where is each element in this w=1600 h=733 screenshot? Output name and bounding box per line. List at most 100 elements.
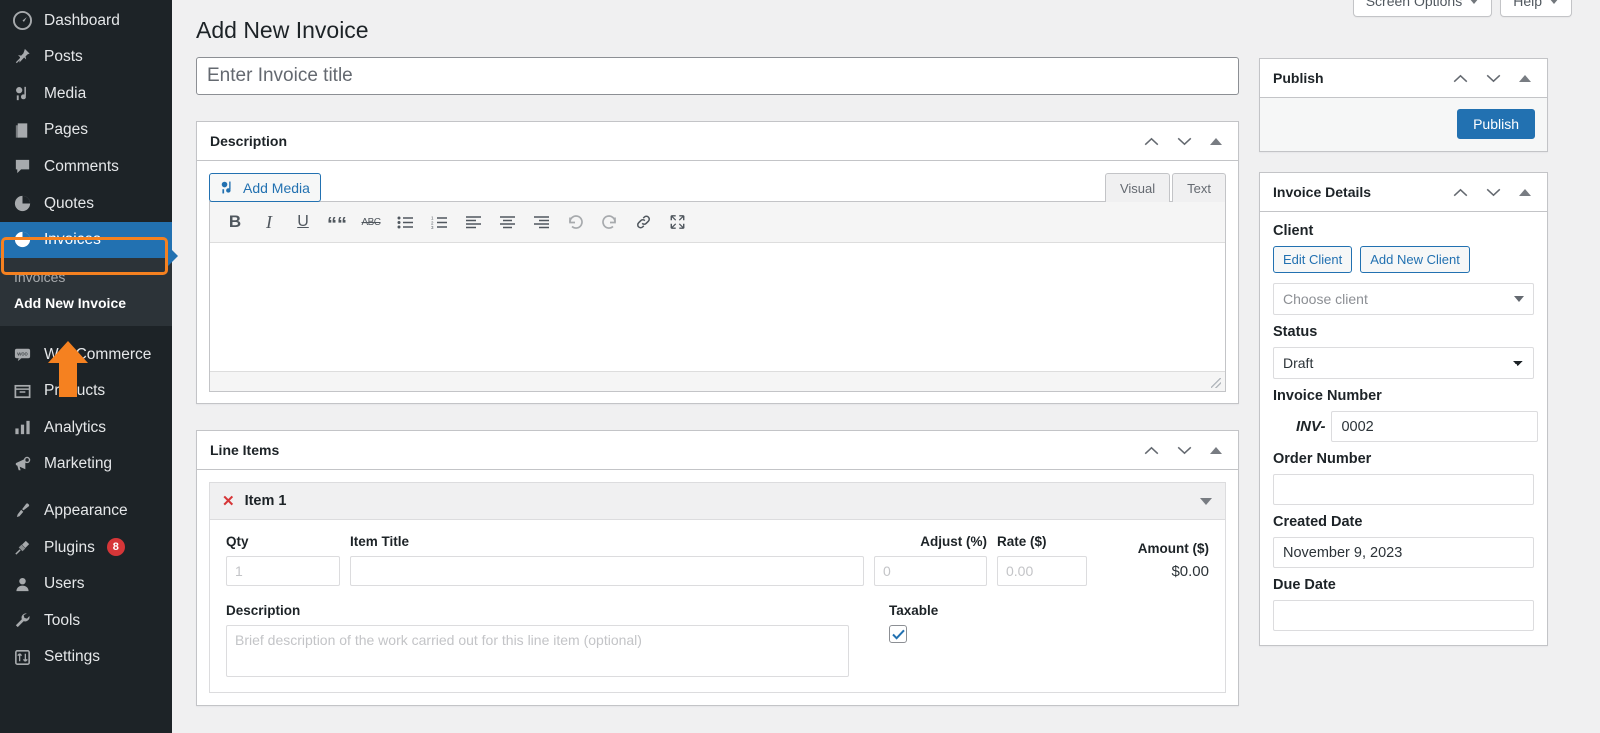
italic-icon[interactable]: I [252, 207, 286, 237]
checkmark-icon [891, 629, 905, 640]
underline-icon[interactable]: U [286, 207, 320, 237]
created-date-input[interactable] [1273, 537, 1534, 568]
megaphone-icon [12, 454, 32, 474]
undo-icon[interactable] [558, 207, 592, 237]
fullscreen-icon[interactable] [660, 207, 694, 237]
sidebar-item-dashboard[interactable]: Dashboard [0, 2, 172, 39]
sidebar-item-marketing[interactable]: Marketing [0, 446, 172, 483]
rate-input[interactable] [997, 556, 1087, 586]
move-up-icon[interactable] [1453, 188, 1468, 197]
collapse-toggle-icon[interactable] [1519, 188, 1531, 196]
line-item-header: ✕ Item 1 [210, 483, 1225, 520]
align-center-icon[interactable] [490, 207, 524, 237]
panel-controls [1453, 188, 1535, 197]
strikethrough-icon[interactable]: ABC [354, 207, 388, 237]
invoice-title-input[interactable] [196, 57, 1239, 95]
page-icon [12, 120, 32, 140]
edit-client-button[interactable]: Edit Client [1273, 246, 1353, 273]
sidebar-divider-2 [0, 483, 172, 493]
sidebar-item-pages[interactable]: Pages [0, 112, 172, 149]
panel-controls [1453, 74, 1535, 83]
screen-options-button[interactable]: Screen Options [1352, 0, 1493, 17]
invoice-details-panel-header: Invoice Details [1260, 173, 1547, 212]
order-number-input[interactable] [1273, 474, 1534, 505]
annotation-arrow-up [47, 341, 89, 397]
move-up-icon[interactable] [1144, 446, 1159, 455]
invoice-number-input[interactable] [1331, 411, 1539, 442]
item-title-field-group: Item Title [350, 534, 864, 586]
add-media-button[interactable]: Add Media [209, 173, 321, 202]
due-date-input[interactable] [1273, 600, 1534, 631]
dashboard-icon [12, 10, 32, 30]
item-title-input[interactable] [350, 556, 864, 586]
help-button[interactable]: Help [1500, 0, 1572, 17]
line-item-body: Qty Item Title Adjust (%) [210, 520, 1225, 692]
line-items-panel: Line Items ✕ Item 1 Qty 1 Item Title Adj… [196, 430, 1239, 706]
link-icon[interactable] [626, 207, 660, 237]
sidebar-item-analytics[interactable]: Analytics [0, 409, 172, 446]
editor-content-area[interactable] [210, 243, 1225, 371]
sidebar-item-invoices[interactable]: Invoices [0, 221, 172, 259]
line-item-collapse-icon[interactable] [1200, 497, 1212, 505]
comment-icon [12, 157, 32, 177]
collapse-toggle-icon[interactable] [1210, 446, 1222, 454]
sidebar-item-tools[interactable]: Tools [0, 602, 172, 639]
add-new-client-button[interactable]: Add New Client [1360, 246, 1470, 273]
collapse-toggle-icon[interactable] [1519, 74, 1531, 82]
publish-button[interactable]: Publish [1457, 109, 1535, 139]
line-item-description-label: Description [226, 603, 301, 618]
sidebar-item-label: Settings [44, 648, 101, 666]
sidebar-item-label: Marketing [44, 455, 113, 473]
sidebar-item-label: Quotes [44, 194, 94, 212]
move-down-icon[interactable] [1486, 188, 1501, 197]
sidebar-item-posts[interactable]: Posts [0, 39, 172, 76]
editor-resize-handle[interactable] [210, 371, 1225, 391]
sidebar-item-quotes[interactable]: Quotes [0, 185, 172, 222]
sidebar-item-label: Media [44, 84, 87, 102]
invoice-number-label: Invoice Number [1273, 388, 1382, 404]
move-up-icon[interactable] [1453, 74, 1468, 83]
sidebar-subitem-add-new-invoice[interactable]: Add New Invoice [0, 290, 172, 316]
move-up-icon[interactable] [1144, 137, 1159, 146]
move-down-icon[interactable] [1177, 446, 1192, 455]
side-column: Publish Publish Invoice Details Client E… [1259, 0, 1548, 706]
taxable-label: Taxable [889, 603, 939, 618]
sidebar-item-settings[interactable]: Settings [0, 639, 172, 676]
description-panel: Description Add Media Visual Text B I U … [196, 121, 1239, 404]
tab-text[interactable]: Text [1172, 173, 1226, 202]
adjust-input[interactable] [874, 556, 987, 586]
numbered-list-icon[interactable]: 123 [422, 207, 456, 237]
line-item-description-textarea[interactable] [226, 625, 849, 677]
add-media-label: Add Media [243, 179, 310, 196]
status-select[interactable]: Draft [1273, 347, 1534, 379]
amount-value: $0.00 [1171, 563, 1209, 580]
choose-client-select[interactable]: Choose client [1273, 283, 1534, 315]
sidebar-item-users[interactable]: Users [0, 566, 172, 603]
align-left-icon[interactable] [456, 207, 490, 237]
taxable-checkbox[interactable] [889, 625, 907, 643]
align-right-icon[interactable] [524, 207, 558, 237]
remove-line-item-button[interactable]: ✕ [222, 494, 235, 509]
user-icon [12, 574, 32, 594]
wrench-icon [12, 611, 32, 631]
sidebar-item-plugins[interactable]: Plugins 8 [0, 529, 172, 566]
redo-icon[interactable] [592, 207, 626, 237]
sidebar-item-media[interactable]: Media [0, 75, 172, 112]
move-down-icon[interactable] [1177, 137, 1192, 146]
sidebar-item-appearance[interactable]: Appearance [0, 493, 172, 530]
collapse-toggle-icon[interactable] [1210, 137, 1222, 145]
bullet-list-icon[interactable] [388, 207, 422, 237]
adjust-field-group: Adjust (%) [874, 534, 987, 586]
qty-input[interactable] [226, 556, 340, 586]
move-down-icon[interactable] [1486, 74, 1501, 83]
tab-visual[interactable]: Visual [1104, 173, 1171, 202]
chevron-down-icon [1469, 0, 1480, 4]
sidebar-item-label: Analytics [44, 418, 107, 436]
bold-icon[interactable]: B [218, 207, 252, 237]
blockquote-icon[interactable]: ““ [320, 207, 354, 237]
sidebar-subitem-invoices[interactable]: Invoices [0, 264, 172, 290]
svg-text:woo: woo [16, 351, 27, 357]
sidebar-item-label: Dashboard [44, 11, 120, 29]
wordpress-admin-screen: Dashboard Posts Media Pages Comments Quo… [0, 0, 1600, 733]
sidebar-item-comments[interactable]: Comments [0, 148, 172, 185]
